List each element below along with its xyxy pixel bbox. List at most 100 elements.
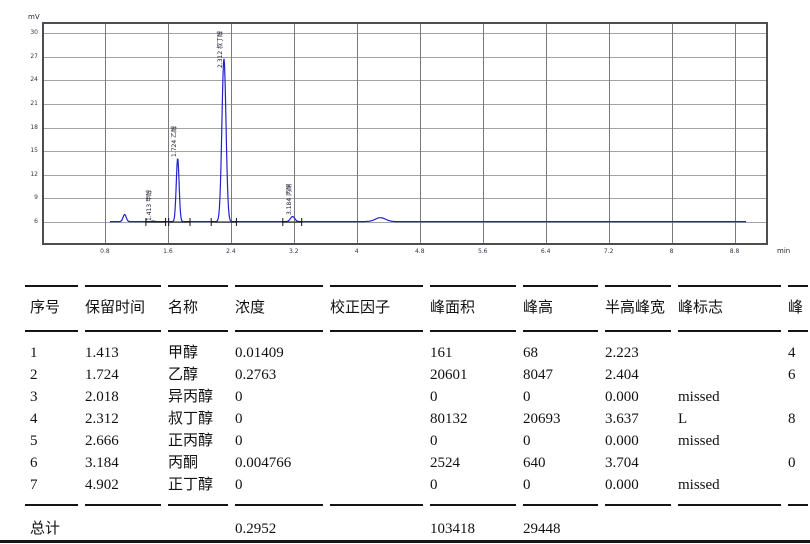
col-header-no: 序号 bbox=[30, 297, 85, 319]
cell-no: 4 bbox=[30, 408, 85, 430]
col-header-height: 峰高 bbox=[523, 297, 605, 319]
col-header-retention: 保留时间 bbox=[85, 297, 168, 319]
cell-cutoff bbox=[788, 386, 810, 408]
cell-cutoff: 4 bbox=[788, 342, 810, 364]
cell-flag: missed bbox=[678, 386, 788, 408]
table-row: 42.312叔丁醇080132206933.637L8 bbox=[30, 408, 810, 430]
cell-factor bbox=[330, 452, 430, 474]
table-row: 63.184丙酮0.00476625246403.7040 bbox=[30, 452, 810, 474]
table-rule-bottom bbox=[0, 540, 810, 543]
chromatography-report-screen: mV 30272421181512960.81.62.43.244.85.66.… bbox=[0, 0, 810, 544]
cell-conc: 0 bbox=[235, 386, 330, 408]
cell-height: 0 bbox=[523, 474, 605, 496]
cell-name: 甲醇 bbox=[168, 342, 235, 364]
cell-halfwidth: 3.704 bbox=[605, 452, 678, 474]
peak-label: 3.184 丙酮 bbox=[286, 184, 294, 215]
cell-no: 7 bbox=[30, 474, 85, 496]
total-area: 103418 bbox=[430, 518, 523, 540]
x-tick-label: 2.4 bbox=[226, 248, 236, 255]
table-total-row: 总计 0.2952 103418 29448 bbox=[30, 518, 810, 540]
cell-flag bbox=[678, 364, 788, 386]
cell-retention: 1.413 bbox=[85, 342, 168, 364]
table-row: 74.902正丁醇0000.000missed bbox=[30, 474, 810, 496]
cell-halfwidth: 2.404 bbox=[605, 364, 678, 386]
cell-cutoff bbox=[788, 474, 810, 496]
y-tick-label: 24 bbox=[12, 76, 38, 83]
col-header-halfwidth: 半高峰宽 bbox=[605, 297, 678, 319]
cell-conc: 0 bbox=[235, 430, 330, 452]
col-header-cutoff: 峰 bbox=[788, 297, 810, 319]
x-tick-label: 3.2 bbox=[289, 248, 299, 255]
cell-area: 0 bbox=[430, 386, 523, 408]
x-tick-label: 7.2 bbox=[604, 248, 614, 255]
cell-area: 0 bbox=[430, 474, 523, 496]
cell-retention: 1.724 bbox=[85, 364, 168, 386]
x-tick-label: 0.8 bbox=[100, 248, 110, 255]
col-header-flag: 峰标志 bbox=[678, 297, 788, 319]
cell-factor bbox=[330, 386, 430, 408]
y-tick-label: 6 bbox=[12, 218, 38, 225]
peak-label: 2.312 叔丁醇 bbox=[217, 31, 225, 68]
cell-halfwidth: 0.000 bbox=[605, 430, 678, 452]
table-body: 11.413甲醇0.01409161682.223421.724乙醇0.2763… bbox=[0, 342, 810, 496]
x-tick-label: 1.6 bbox=[163, 248, 173, 255]
y-axis-unit-label: mV bbox=[28, 13, 40, 21]
peak-label: 1.724 乙醇 bbox=[171, 126, 179, 157]
cell-area: 20601 bbox=[430, 364, 523, 386]
cell-height: 0 bbox=[523, 430, 605, 452]
x-tick-label: 4.8 bbox=[415, 248, 425, 255]
cell-cutoff: 6 bbox=[788, 364, 810, 386]
cell-area: 2524 bbox=[430, 452, 523, 474]
cell-halfwidth: 0.000 bbox=[605, 386, 678, 408]
cell-conc: 0 bbox=[235, 474, 330, 496]
cell-factor bbox=[330, 342, 430, 364]
x-tick-label: 5.6 bbox=[478, 248, 488, 255]
cell-conc: 0.01409 bbox=[235, 342, 330, 364]
y-tick-label: 9 bbox=[12, 194, 38, 201]
cell-height: 20693 bbox=[523, 408, 605, 430]
x-tick-label: 6.4 bbox=[541, 248, 551, 255]
cell-name: 叔丁醇 bbox=[168, 408, 235, 430]
y-tick-label: 21 bbox=[12, 100, 38, 107]
cell-name: 异丙醇 bbox=[168, 386, 235, 408]
cell-height: 8047 bbox=[523, 364, 605, 386]
cell-no: 5 bbox=[30, 430, 85, 452]
table-rule-above-total bbox=[25, 504, 808, 506]
table-row: 52.666正丙醇0000.000missed bbox=[30, 430, 810, 452]
cell-conc: 0.2763 bbox=[235, 364, 330, 386]
cell-retention: 2.312 bbox=[85, 408, 168, 430]
cell-retention: 2.666 bbox=[85, 430, 168, 452]
cell-height: 0 bbox=[523, 386, 605, 408]
cell-area: 0 bbox=[430, 430, 523, 452]
table-row: 21.724乙醇0.27632060180472.4046 bbox=[30, 364, 810, 386]
cell-factor bbox=[330, 408, 430, 430]
table-row: 32.018异丙醇0000.000missed bbox=[30, 386, 810, 408]
x-axis-unit-label: min bbox=[777, 247, 790, 255]
cell-height: 68 bbox=[523, 342, 605, 364]
cell-height: 640 bbox=[523, 452, 605, 474]
y-tick-label: 12 bbox=[12, 171, 38, 178]
cell-factor bbox=[330, 430, 430, 452]
cell-name: 正丁醇 bbox=[168, 474, 235, 496]
cell-cutoff: 8 bbox=[788, 408, 810, 430]
cell-flag: L bbox=[678, 408, 788, 430]
table-row: 11.413甲醇0.01409161682.2234 bbox=[30, 342, 810, 364]
cell-halfwidth: 3.637 bbox=[605, 408, 678, 430]
y-tick-label: 27 bbox=[12, 53, 38, 60]
x-tick-label: 8.8 bbox=[730, 248, 740, 255]
col-header-factor: 校正因子 bbox=[330, 297, 430, 319]
cell-area: 80132 bbox=[430, 408, 523, 430]
cell-factor bbox=[330, 364, 430, 386]
cell-cutoff: 0 bbox=[788, 452, 810, 474]
cell-flag bbox=[678, 342, 788, 364]
cell-name: 乙醇 bbox=[168, 364, 235, 386]
y-tick-label: 18 bbox=[12, 124, 38, 131]
col-header-name: 名称 bbox=[168, 297, 235, 319]
cell-area: 161 bbox=[430, 342, 523, 364]
cell-halfwidth: 0.000 bbox=[605, 474, 678, 496]
cell-conc: 0.004766 bbox=[235, 452, 330, 474]
col-header-area: 峰面积 bbox=[430, 297, 523, 319]
cell-no: 3 bbox=[30, 386, 85, 408]
table-header-row: 序号 保留时间 名称 浓度 校正因子 峰面积 峰高 半高峰宽 峰标志 峰 bbox=[30, 297, 810, 319]
y-tick-label: 15 bbox=[12, 147, 38, 154]
